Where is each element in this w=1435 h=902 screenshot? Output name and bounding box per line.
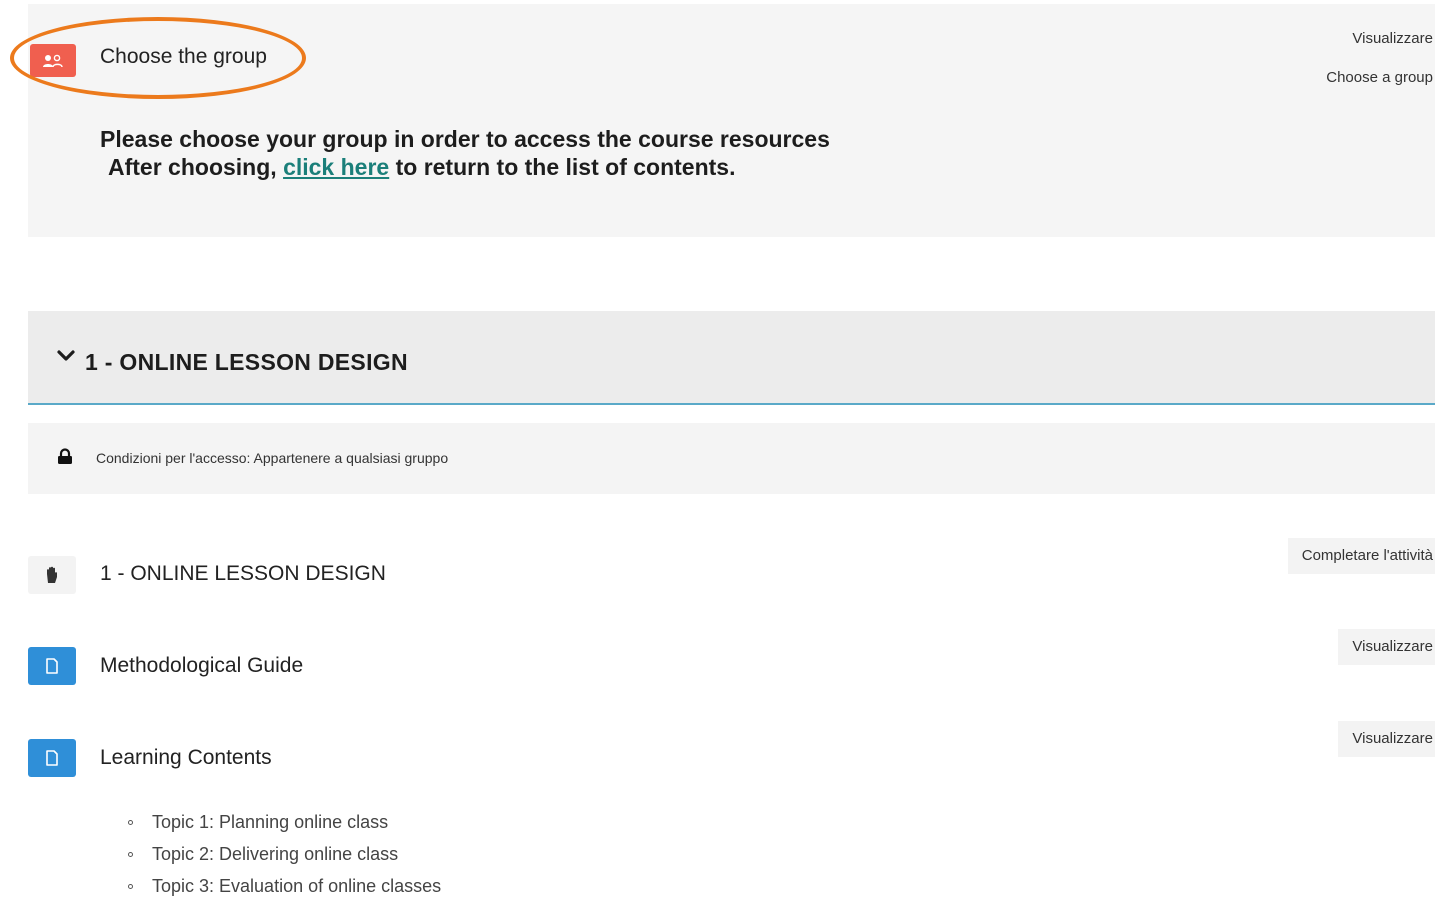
lock-icon: [58, 448, 72, 464]
hand-icon: [28, 556, 76, 594]
topic-label: Topic 2: Delivering online class: [152, 844, 399, 864]
activity-learning-contents[interactable]: Learning Contents: [100, 746, 272, 770]
notice-line-2: After choosing, click here to return to …: [100, 153, 830, 181]
chevron-down-icon[interactable]: [56, 346, 76, 366]
choose-group-chip: Choose a group: [1326, 69, 1433, 86]
list-item: Topic 2: Delivering online class: [128, 838, 441, 870]
topic-label: Topic 3: Evaluation of online classes: [152, 876, 442, 896]
view-chip: Visualizzare: [1352, 30, 1433, 47]
bullet-icon: [128, 883, 133, 889]
complete-activity-chip: Completare l'attività: [1287, 538, 1435, 574]
bullet-icon: [128, 851, 133, 857]
section-title[interactable]: 1 - ONLINE LESSON DESIGN: [85, 349, 408, 376]
bullet-icon: [128, 819, 133, 825]
restriction-text: Condizioni per l'accesso: Appartenere a …: [96, 450, 449, 466]
topic-label: Topic 1: Planning online class: [152, 812, 389, 832]
notice-line-1: Please choose your group in order to acc…: [100, 126, 830, 152]
activity-online-lesson-design[interactable]: 1 - ONLINE LESSON DESIGN: [100, 562, 386, 586]
list-item: Topic 3: Evaluation of online classes: [128, 870, 441, 902]
click-here-link[interactable]: click here: [283, 154, 389, 180]
notice-text-before: After choosing,: [108, 154, 277, 180]
activity-methodological-guide[interactable]: Methodological Guide: [100, 654, 303, 678]
notice-text-after: to return to the list of contents.: [395, 154, 736, 180]
topics-list: Topic 1: Planning online class Topic 2: …: [128, 806, 441, 902]
file-icon: [28, 739, 76, 777]
group-notice: Please choose your group in order to acc…: [100, 125, 830, 181]
file-icon: [28, 647, 76, 685]
view-chip-contents: Visualizzare: [1338, 721, 1435, 757]
list-item: Topic 1: Planning online class: [128, 806, 441, 838]
view-chip-guide: Visualizzare: [1338, 629, 1435, 665]
highlight-ellipse: [10, 17, 306, 99]
